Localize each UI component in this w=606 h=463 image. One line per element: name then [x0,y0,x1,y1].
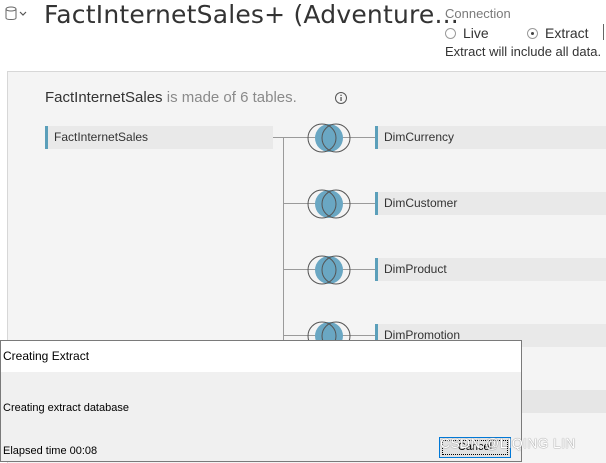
connection-label: Connection [445,6,511,21]
join-trunk-line [283,137,284,347]
database-icon[interactable] [5,6,29,27]
table-label: FactInternetSales [54,130,149,144]
radio-extract-circle[interactable] [527,27,538,39]
watermark: CSDN @LIQING LIN [440,435,576,451]
table-dimcustomer[interactable]: DimCustomer [375,192,606,215]
inner-join-icon[interactable] [304,187,354,226]
dialog-status: Creating extract database [3,402,129,414]
radio-extract[interactable]: Extract [527,25,589,41]
table-factinternetsales[interactable]: FactInternetSales [45,126,273,149]
table-dimproduct[interactable]: DimProduct [375,258,606,281]
dialog-title: Creating Extract [1,341,521,372]
radio-live-circle[interactable] [445,27,456,39]
summary-table-name: FactInternetSales [45,89,163,106]
divider [603,24,604,40]
datasource-title[interactable]: FactInternetSales+ (Adventure... [44,0,459,29]
table-label: DimCurrency [384,130,455,144]
info-icon[interactable] [334,91,348,110]
extract-note: Extract will include all data. [445,44,602,59]
table-label: DimProduct [384,262,447,276]
table-label: DimCustomer [384,196,458,210]
inner-join-icon[interactable] [304,253,354,292]
inner-join-icon[interactable] [304,121,354,160]
chevron-down-icon [19,11,27,16]
elapsed-time: Elapsed time 00:08 [3,445,98,457]
model-summary: FactInternetSales is made of 6 tables. [45,89,297,106]
join-line [273,137,283,138]
radio-live-label: Live [463,25,489,41]
summary-text: is made of 6 tables. [162,89,297,106]
radio-extract-label: Extract [545,25,589,41]
table-dimcurrency[interactable]: DimCurrency [375,126,606,149]
table-hidden [520,390,606,413]
radio-live[interactable]: Live [445,25,489,41]
